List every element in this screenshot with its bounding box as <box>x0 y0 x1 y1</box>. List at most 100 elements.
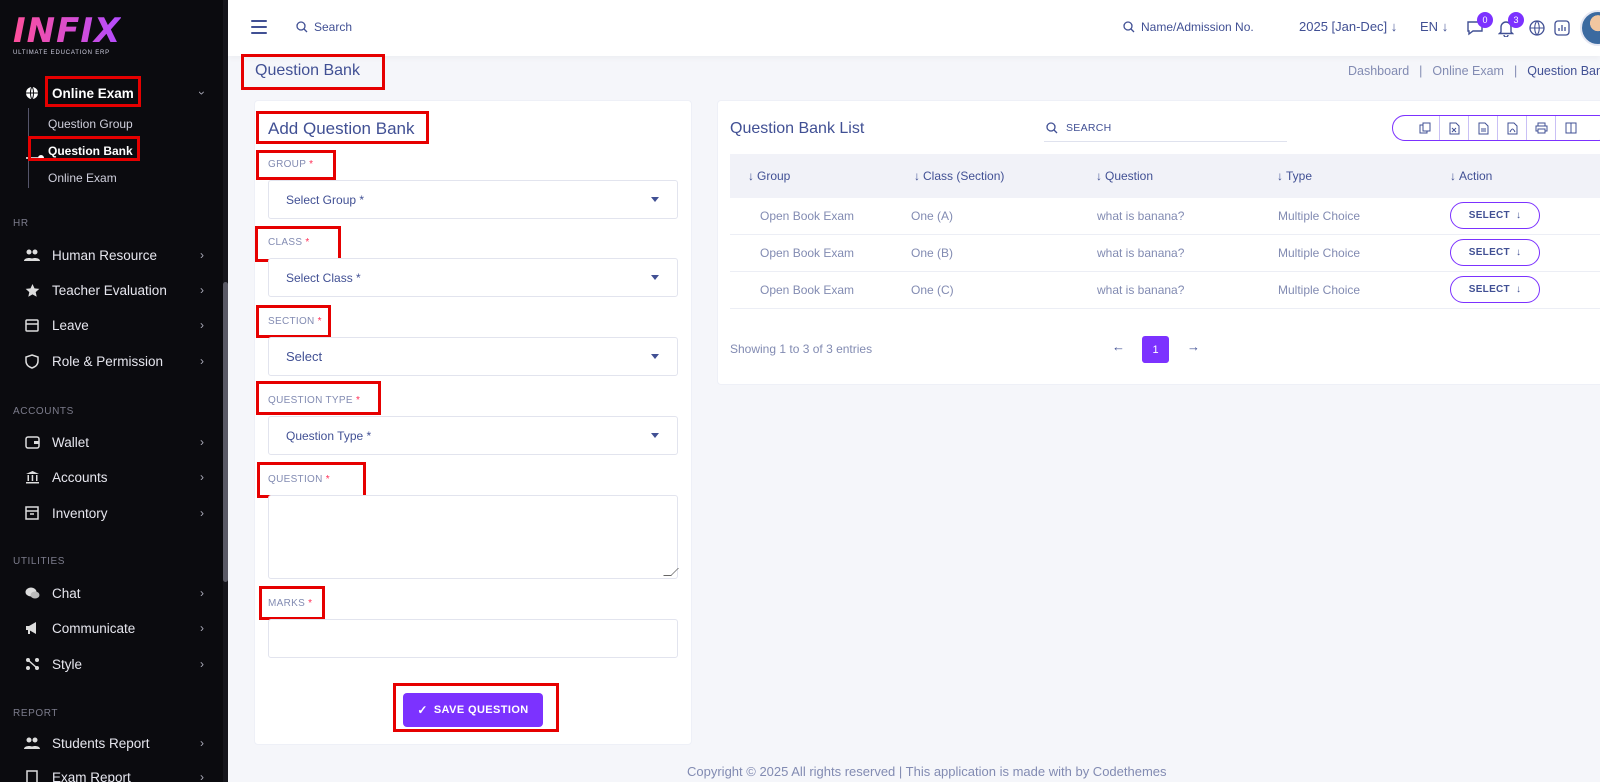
sidebar-section-utilities: UTILITIES <box>13 556 66 567</box>
bank-icon <box>24 469 40 485</box>
sidebar-scrollbar[interactable] <box>223 0 228 782</box>
sidebar-item-leave[interactable]: Leave › <box>0 308 222 342</box>
print-button[interactable] <box>1527 116 1556 140</box>
cell-group: Open Book Exam <box>760 246 855 260</box>
sidebar-item-wallet[interactable]: Wallet › <box>0 425 222 459</box>
question-type-select[interactable]: Question Type * <box>268 416 678 455</box>
breadcrumb-dashboard[interactable]: Dashboard <box>1348 64 1409 78</box>
column-header-group[interactable]: ↓ Group <box>748 169 790 183</box>
shield-icon <box>24 353 40 369</box>
admission-search-label: Name/Admission No. <box>1141 20 1254 34</box>
pagination-next-icon[interactable]: → <box>1187 339 1200 354</box>
style-icon <box>24 656 40 672</box>
sidebar-item-role-permission[interactable]: Role & Permission › <box>0 344 222 378</box>
columns-button[interactable] <box>1556 116 1585 140</box>
csv-button[interactable] <box>1469 116 1498 140</box>
sidebar-subitem-online-exam[interactable]: Online Exam <box>48 171 117 185</box>
question-textarea[interactable] <box>268 495 679 579</box>
sidebar-item-human-resource[interactable]: Human Resource › <box>0 238 222 272</box>
arrow-down-icon: ↓ <box>1441 19 1449 34</box>
select-action-button[interactable]: SELECT ↓ <box>1450 202 1540 229</box>
sidebar-item-accounts[interactable]: Accounts › <box>0 460 222 494</box>
chevron-right-icon: › <box>200 318 204 332</box>
scrollbar-thumb[interactable] <box>223 282 228 582</box>
sidebar-item-teacher-evaluation[interactable]: Teacher Evaluation › <box>0 273 222 307</box>
select-action-button[interactable]: SELECT ↓ <box>1450 239 1540 266</box>
breadcrumb-online-exam[interactable]: Online Exam <box>1432 64 1504 78</box>
class-select[interactable]: Select Class * <box>268 258 678 297</box>
sort-arrow-icon: ↓ <box>748 169 754 183</box>
sidebar-item-label: Students Report <box>52 735 150 751</box>
analytics-icon <box>1554 20 1570 36</box>
class-label: CLASS * <box>268 237 310 248</box>
year-selector[interactable]: 2025 [Jan-Dec] ↓ <box>1299 19 1397 34</box>
sidebar-item-exam-report[interactable]: Exam Report › <box>0 760 222 782</box>
cell-question: what is banana? <box>1097 209 1185 223</box>
logo[interactable]: INFIX ULTIMATE EDUCATION ERP <box>13 14 121 56</box>
sidebar-item-students-report[interactable]: Students Report › <box>0 726 222 760</box>
chevron-right-icon: › <box>200 354 204 368</box>
footer-copyright: Copyright © 2025 All rights reserved | T… <box>687 764 1167 779</box>
sidebar-item-label: Human Resource <box>52 247 158 263</box>
logo-subtitle: ULTIMATE EDUCATION ERP <box>13 50 110 56</box>
chevron-right-icon: › <box>200 506 204 520</box>
sort-arrow-icon: ↓ <box>1450 169 1456 183</box>
group-select[interactable]: Select Group * <box>268 180 678 219</box>
sidebar-item-style[interactable]: Style › <box>0 647 222 681</box>
excel-button[interactable] <box>1440 116 1469 140</box>
language-selector[interactable]: EN ↓ <box>1420 19 1448 34</box>
chat-icon <box>24 585 40 601</box>
top-search[interactable]: Search <box>296 20 352 34</box>
chevron-right-icon: › <box>200 770 204 782</box>
search-icon <box>296 21 308 33</box>
caret-down-icon <box>651 275 659 280</box>
wallet-icon <box>24 434 40 450</box>
hamburger-menu-icon[interactable] <box>251 20 267 34</box>
caret-down-icon <box>651 433 659 438</box>
avatar[interactable] <box>1580 10 1600 46</box>
sidebar-item-label: Leave <box>52 317 89 333</box>
pdf-icon <box>1507 122 1517 134</box>
column-header-question[interactable]: ↓ Question <box>1096 169 1153 183</box>
admission-search[interactable]: Name/Admission No. <box>1123 20 1254 34</box>
megaphone-icon <box>24 620 40 636</box>
sidebar-subitem-question-group[interactable]: Question Group <box>48 117 133 131</box>
pagination-prev-icon[interactable]: ← <box>1112 339 1125 354</box>
marks-input[interactable] <box>268 619 678 658</box>
breadcrumb-current: Question Bank <box>1527 64 1600 78</box>
sidebar-subitem-question-bank[interactable]: Question Bank <box>48 144 133 158</box>
list-search-placeholder: SEARCH <box>1066 121 1112 134</box>
analytics-button[interactable] <box>1552 18 1572 38</box>
sidebar-item-inventory[interactable]: Inventory › <box>0 496 222 530</box>
pagination-page-current[interactable]: 1 <box>1142 336 1169 363</box>
website-button[interactable] <box>1527 18 1547 38</box>
sidebar-item-communicate[interactable]: Communicate › <box>0 611 222 645</box>
resize-handle-icon[interactable] <box>663 568 679 576</box>
active-indicator-icon <box>26 148 46 161</box>
sidebar-item-label: Accounts <box>52 469 108 485</box>
sidebar-item-chat[interactable]: Chat › <box>0 576 222 610</box>
sort-arrow-icon: ↓ <box>914 169 920 183</box>
column-header-type[interactable]: ↓ Type <box>1277 169 1312 183</box>
cell-class-section: One (C) <box>911 283 954 297</box>
leave-icon <box>24 317 40 333</box>
list-search-input[interactable]: SEARCH <box>1044 114 1287 142</box>
sidebar-item-online-exam[interactable]: Online Exam › <box>0 76 222 110</box>
messages-button[interactable]: 0 <box>1465 12 1493 38</box>
cell-type: Multiple Choice <box>1278 246 1361 260</box>
notifications-button[interactable]: 3 <box>1496 12 1524 38</box>
select-action-button[interactable]: SELECT ↓ <box>1450 276 1540 303</box>
group-placeholder: Select Group * <box>286 192 365 207</box>
cell-class-section: One (B) <box>911 246 954 260</box>
csv-icon <box>1478 122 1488 134</box>
pdf-button[interactable] <box>1498 116 1527 140</box>
chevron-right-icon: › <box>200 586 204 600</box>
question-type-placeholder: Question Type * <box>286 428 372 443</box>
save-question-button[interactable]: ✓ SAVE QUESTION <box>403 693 543 727</box>
column-header-class-section[interactable]: ↓ Class (Section) <box>914 169 1004 183</box>
section-select[interactable]: Select <box>268 337 678 376</box>
inventory-icon <box>24 505 40 521</box>
search-icon <box>1046 121 1058 133</box>
arrow-down-icon: ↓ <box>1515 210 1522 221</box>
copy-button[interactable] <box>1411 116 1440 140</box>
